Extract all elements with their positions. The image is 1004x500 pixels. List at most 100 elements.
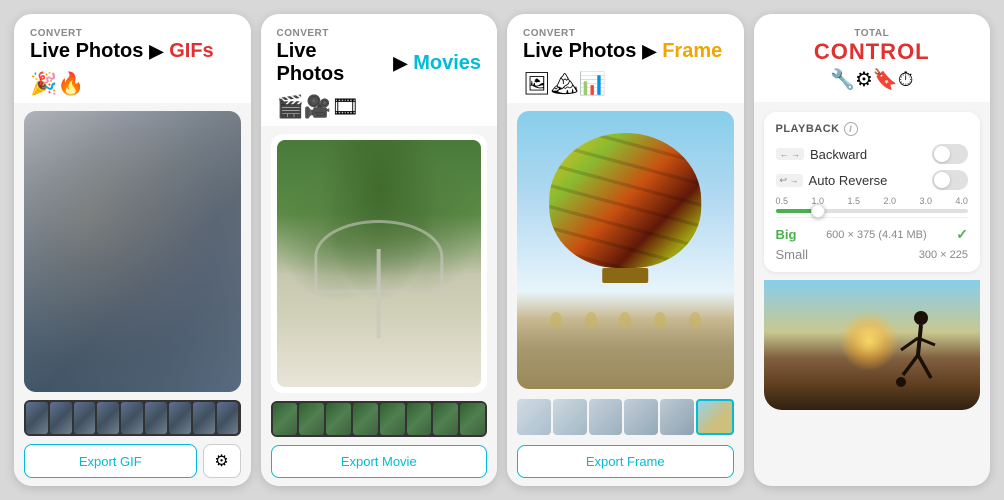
movies-film-frame-8 — [460, 403, 485, 435]
frame-thumb-3[interactable] — [589, 399, 623, 435]
gif-screen: CONVERT Live Photos ▶ GIFs 🎉🔥 — [14, 14, 251, 486]
frame-title-live: Live Photos — [523, 40, 636, 63]
speed-slider-thumb[interactable] — [811, 204, 825, 218]
movies-screen-content: Export Movie — [261, 126, 498, 486]
movies-emoji-row: 🎬🎥🎞 — [261, 92, 498, 126]
movies-film-strip — [271, 401, 488, 437]
gif-film-frame-8 — [193, 402, 215, 434]
sun-glow — [839, 311, 899, 371]
movies-title-row: Live Photos ▶ Movies — [277, 40, 482, 86]
movies-convert-label: CONVERT — [277, 28, 482, 39]
control-screen: TOTAL CONTROL 🔧⚙🔖⏱ PLAYBACK i ← → Backwa… — [754, 14, 991, 486]
frame-photo-preview — [517, 111, 734, 389]
gif-title-target: GIFs — [169, 40, 213, 63]
control-title: CONTROL — [770, 39, 975, 65]
gif-title-row: Live Photos ▶ GIFs — [30, 40, 235, 63]
gif-emoji-row: 🎉🔥 — [14, 69, 251, 103]
auto-reverse-toggle[interactable] — [932, 170, 968, 190]
speed-label-5: 4.0 — [955, 196, 968, 206]
speed-slider-track[interactable] — [776, 209, 969, 213]
speed-label-2: 1.5 — [847, 196, 860, 206]
small-balloon-5 — [689, 312, 701, 328]
gif-film-strip — [24, 400, 241, 436]
movies-photo-bg — [277, 140, 482, 387]
control-content: PLAYBACK i ← → Backward ↩ → Auto Reverse — [754, 102, 991, 486]
small-balloons — [517, 312, 734, 328]
backward-indicator: ← → — [776, 148, 805, 160]
movies-film-frame-7 — [433, 403, 458, 435]
playback-card: PLAYBACK i ← → Backward ↩ → Auto Reverse — [764, 112, 981, 272]
size-option-small[interactable]: Small 300 × 225 — [776, 247, 969, 262]
gif-film-frame-3 — [74, 402, 96, 434]
backward-toggle-row: ← → Backward — [776, 144, 969, 164]
speed-labels: 0.5 1.0 1.5 2.0 3.0 4.0 — [776, 196, 969, 206]
gif-film-frame-6 — [145, 402, 167, 434]
small-balloon-3 — [619, 312, 631, 328]
divider-1 — [776, 217, 969, 218]
gif-button-row: Export GIF ⚙ — [24, 444, 241, 478]
frame-strip — [517, 397, 734, 437]
movies-film-frame-4 — [353, 403, 378, 435]
movies-photo — [277, 140, 482, 387]
frame-thumb-4[interactable] — [624, 399, 658, 435]
control-header: TOTAL CONTROL 🔧⚙🔖⏱ — [754, 14, 991, 102]
export-frame-button[interactable]: Export Frame — [517, 445, 734, 478]
frame-thumb-2[interactable] — [553, 399, 587, 435]
settings-icon: ⚙ — [214, 451, 228, 471]
speed-label-3: 2.0 — [883, 196, 896, 206]
frame-convert-label: CONVERT — [523, 28, 728, 39]
speed-slider-section: 0.5 1.0 1.5 2.0 3.0 4.0 — [776, 196, 969, 213]
info-icon[interactable]: i — [844, 122, 858, 136]
gif-screen-header: CONVERT Live Photos ▶ GIFs — [14, 14, 251, 69]
frame-thumb-1[interactable] — [517, 399, 551, 435]
movies-screen: CONVERT Live Photos ▶ Movies 🎬🎥🎞 — [261, 14, 498, 486]
export-movie-button[interactable]: Export Movie — [271, 445, 488, 478]
export-gif-button[interactable]: Export GIF — [24, 444, 197, 478]
gif-screen-content: Export GIF ⚙ — [14, 103, 251, 486]
gif-film-frame-9 — [217, 402, 239, 434]
auto-reverse-label: Auto Reverse — [809, 173, 888, 188]
movies-film-frame-3 — [326, 403, 351, 435]
auto-reverse-toggle-row: ↩ → Auto Reverse — [776, 170, 969, 190]
gif-film-frame-5 — [121, 402, 143, 434]
balloon-body — [549, 133, 701, 268]
playback-title: PLAYBACK i — [776, 122, 969, 136]
movies-title-target: Movies — [413, 52, 481, 75]
balloon — [549, 133, 701, 286]
movies-film-frame-1 — [273, 403, 298, 435]
backward-toggle[interactable] — [932, 144, 968, 164]
control-icons: 🔧⚙🔖⏱ — [770, 67, 975, 92]
movies-film-frame-5 — [380, 403, 405, 435]
gif-title-arrow: ▶ — [149, 41, 163, 62]
gif-film-frame-1 — [26, 402, 48, 434]
gif-film-frame-2 — [50, 402, 72, 434]
gif-photo-preview — [24, 111, 241, 392]
size-big-name: Big — [776, 227, 797, 242]
auto-reverse-label-section: ↩ → Auto Reverse — [776, 173, 888, 188]
silhouette-svg — [893, 310, 948, 410]
gif-title-live: Live Photos — [30, 40, 143, 63]
speed-label-0: 0.5 — [776, 196, 789, 206]
small-balloon-4 — [654, 312, 666, 328]
dome-structure — [317, 226, 440, 337]
balloon-basket — [603, 268, 648, 283]
movies-title-live: Live Photos — [277, 40, 388, 86]
frame-thumb-selected[interactable] — [696, 399, 734, 435]
frame-screen-header: CONVERT Live Photos ▶ Frame — [507, 14, 744, 69]
gif-film-frame-7 — [169, 402, 191, 434]
gif-settings-button[interactable]: ⚙ — [203, 444, 241, 478]
movies-screen-header: CONVERT Live Photos ▶ Movies — [261, 14, 498, 92]
frame-photo — [517, 111, 734, 389]
gif-convert-label: CONVERT — [30, 28, 235, 39]
frame-thumb-5[interactable] — [660, 399, 694, 435]
size-option-big[interactable]: Big 600 × 375 (4.41 MB) ✓ — [776, 226, 969, 243]
frame-title-target: Frame — [662, 40, 722, 63]
size-small-dims: 300 × 225 — [919, 249, 968, 261]
movies-title-arrow: ▶ — [393, 53, 407, 74]
frame-screen-content: Export Frame — [507, 103, 744, 486]
size-big-dims: 600 × 375 (4.41 MB) — [826, 229, 927, 241]
frame-title-row: Live Photos ▶ Frame — [523, 40, 728, 63]
movies-photo-wrapper — [271, 134, 488, 393]
movies-film-frame-2 — [299, 403, 324, 435]
frame-screen: CONVERT Live Photos ▶ Frame 🖼🏔📊 — [507, 14, 744, 486]
